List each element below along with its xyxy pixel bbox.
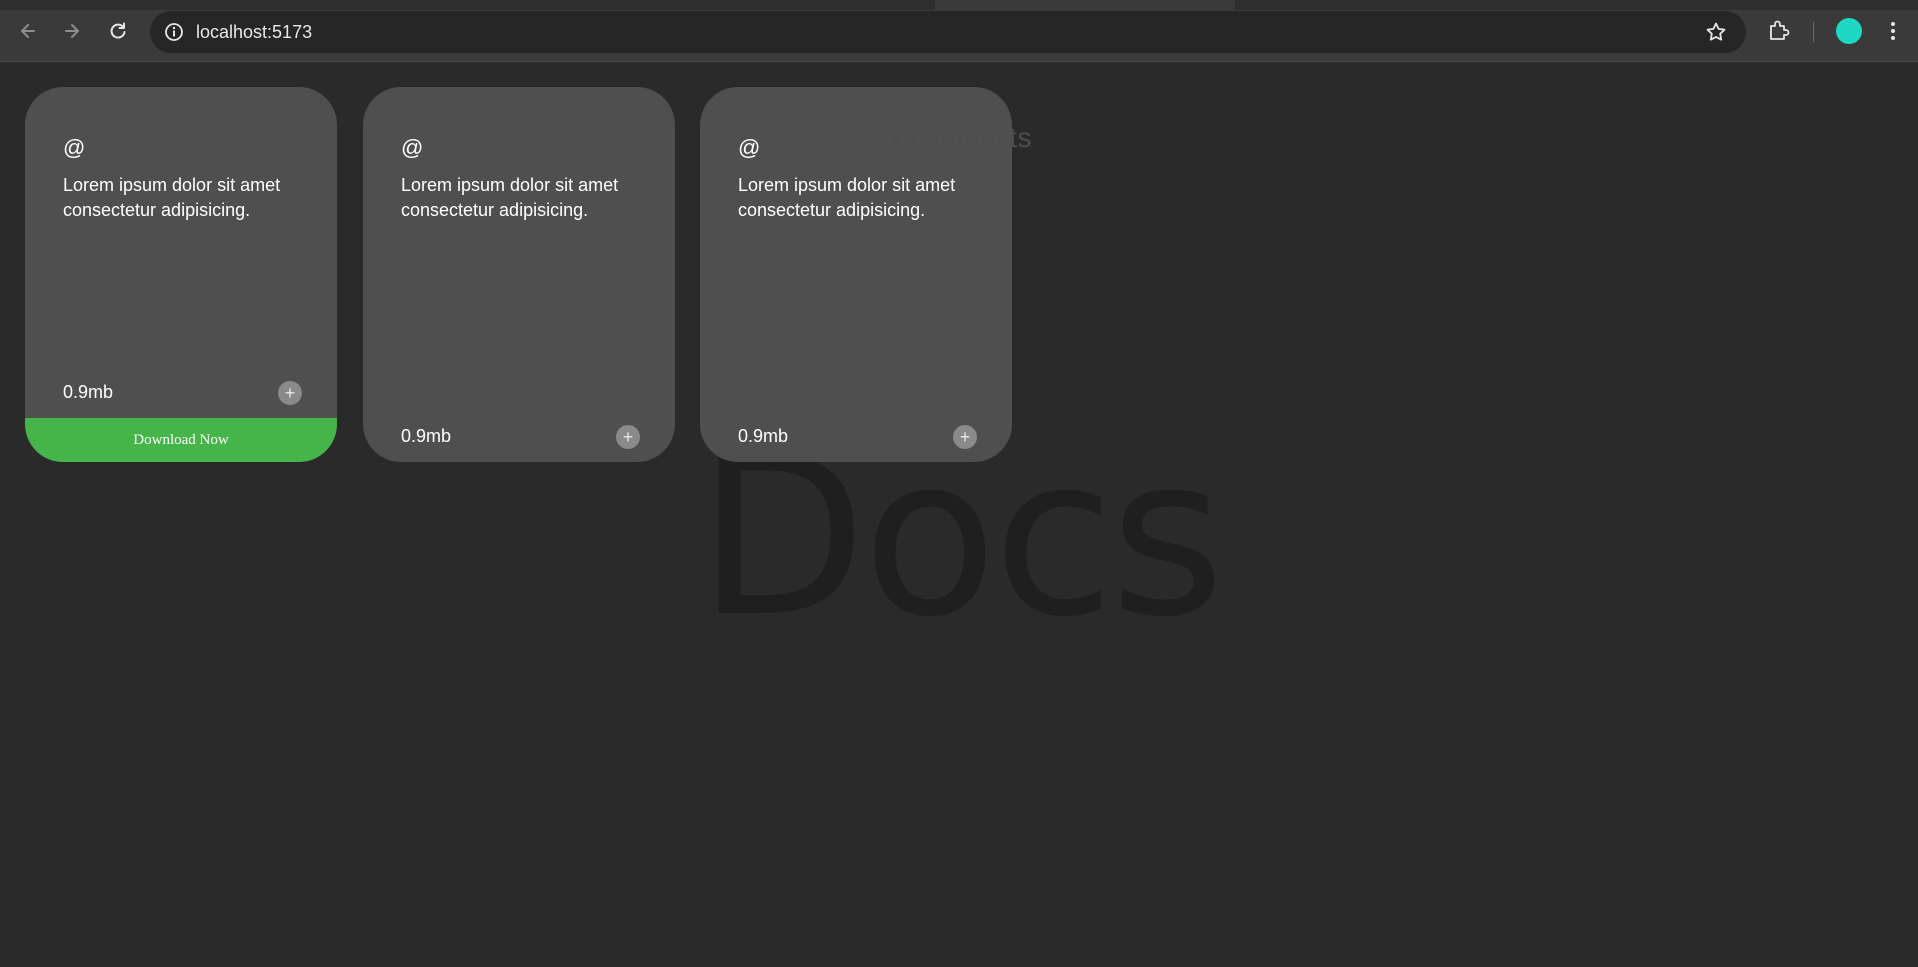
url-text[interactable]: localhost:5173 [196, 21, 312, 43]
document-card[interactable]: @ Lorem ipsum dolor sit amet consectetur… [363, 87, 675, 462]
address-bar[interactable]: localhost:5173 [150, 11, 1746, 53]
profile-avatar[interactable] [1836, 18, 1862, 44]
card-at-icon: @ [738, 135, 761, 160]
toolbar-divider [1813, 22, 1814, 42]
forward-button[interactable] [58, 17, 86, 45]
document-card[interactable]: @ Lorem ipsum dolor sit amet consectetur… [25, 87, 337, 462]
card-file-size: 0.9mb [63, 382, 114, 402]
back-button[interactable] [14, 17, 42, 45]
arrow-right-icon [65, 24, 79, 38]
active-tab[interactable] [935, 0, 1235, 10]
card-file-size: 0.9mb [738, 426, 789, 446]
card-add-button[interactable]: + [953, 425, 977, 449]
extensions-puzzle-icon[interactable] [1766, 18, 1792, 44]
site-info-icon[interactable] [164, 22, 184, 42]
download-now-button[interactable]: Download Now [25, 418, 337, 462]
bookmark-star-icon[interactable] [1704, 20, 1728, 44]
card-description: Lorem ipsum dolor sit amet consectetur a… [401, 175, 619, 220]
document-card[interactable]: @ Lorem ipsum dolor sit amet consectetur… [700, 87, 1012, 462]
card-description: Lorem ipsum dolor sit amet consectetur a… [63, 175, 281, 220]
card-at-icon: @ [63, 135, 86, 160]
card-add-button[interactable]: + [278, 381, 302, 405]
card-at-icon: @ [401, 135, 424, 160]
more-menu-icon[interactable] [1883, 18, 1903, 44]
tab-strip [0, 0, 1918, 10]
reload-icon [110, 22, 126, 39]
card-description: Lorem ipsum dolor sit amet consectetur a… [738, 175, 956, 220]
card-add-button[interactable]: + [616, 425, 640, 449]
reload-button[interactable] [104, 17, 132, 45]
browser-toolbar: localhost:5173 [0, 0, 1918, 62]
page-content: Documents Docs @ Lorem ipsum dolor sit a… [0, 62, 1918, 967]
arrow-left-icon [21, 24, 35, 38]
card-file-size: 0.9mb [401, 426, 452, 446]
